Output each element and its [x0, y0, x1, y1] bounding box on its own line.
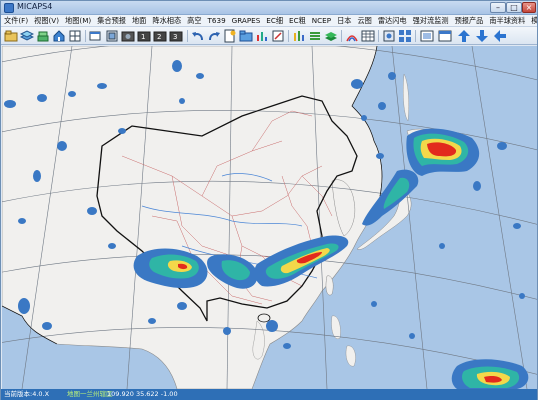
- menu-surface[interactable]: 地面: [129, 15, 149, 26]
- undo-icon[interactable]: [191, 29, 205, 43]
- window-icon[interactable]: [89, 29, 103, 43]
- redo-icon[interactable]: [207, 29, 221, 43]
- menu-grapes[interactable]: GRAPES: [229, 15, 264, 26]
- title-bar: MICAPS4 – □ ×: [1, 1, 537, 15]
- home-icon[interactable]: [52, 29, 66, 43]
- camera-icon[interactable]: [121, 29, 135, 43]
- arrow-down-icon[interactable]: [475, 29, 489, 43]
- menu-view[interactable]: 视图(V): [31, 15, 62, 26]
- menu-bar: 文件(F) 视图(V) 地图(M) 集合预报 地面 降水相态 高空 T639 GRAPES EC细…: [1, 15, 537, 27]
- menu-model-precip[interactable]: 模式降水: [528, 15, 537, 26]
- zoom-extent-icon[interactable]: [105, 29, 119, 43]
- menu-ec-fine[interactable]: EC细: [263, 15, 286, 26]
- menu-forecast[interactable]: 预报产品: [452, 15, 487, 26]
- app-icon: [4, 3, 14, 13]
- svg-text:1: 1: [141, 33, 145, 41]
- close-button[interactable]: ×: [522, 2, 536, 13]
- layers-icon[interactable]: [20, 29, 34, 43]
- table-icon[interactable]: [361, 29, 375, 43]
- toolbar: 1 2 3: [1, 27, 537, 45]
- app-window: MICAPS4 – □ × 文件(F) 视图(V) 地图(M) 集合预报 地面 降水相态高…: [0, 0, 538, 400]
- table-view-icon[interactable]: [438, 29, 452, 43]
- menu-satellite[interactable]: 云图: [354, 15, 374, 26]
- svg-text:2: 2: [157, 33, 161, 41]
- bars-icon[interactable]: [308, 29, 322, 43]
- document-star-icon[interactable]: [223, 29, 237, 43]
- edit-icon[interactable]: [271, 29, 285, 43]
- menu-radar-lightning[interactable]: 雷达闪电: [375, 15, 410, 26]
- map-view[interactable]: [2, 46, 537, 389]
- window-title: MICAPS4: [17, 2, 53, 11]
- menu-t639[interactable]: T639: [205, 15, 229, 26]
- menu-ncep[interactable]: NCEP: [309, 15, 334, 26]
- maximize-button[interactable]: □: [506, 2, 522, 13]
- menu-ec-coarse[interactable]: EC粗: [286, 15, 309, 26]
- 3d-layers-icon[interactable]: [324, 29, 338, 43]
- hainan-island: [257, 313, 271, 323]
- menu-precip-phase[interactable]: 降水相态: [149, 15, 184, 26]
- menu-japan[interactable]: 日本: [334, 15, 354, 26]
- stack-icon[interactable]: [36, 29, 50, 43]
- grid-view-icon[interactable]: [398, 29, 412, 43]
- status-layer: 地图一兰州辖区: [67, 390, 113, 398]
- chart-icon[interactable]: [255, 29, 269, 43]
- minimize-button[interactable]: –: [490, 2, 506, 13]
- menu-upper-air[interactable]: 高空: [184, 15, 204, 26]
- menu-southern-hemisphere[interactable]: 南半球资料: [486, 15, 528, 26]
- menu-ensemble[interactable]: 集合预报: [94, 15, 129, 26]
- list-icon[interactable]: [420, 29, 434, 43]
- export-image-icon[interactable]: 2: [153, 29, 167, 43]
- settings-icon[interactable]: [382, 29, 396, 43]
- menu-map[interactable]: 地图(M): [62, 15, 94, 26]
- status-bar: 当前版本:4.0.X 地图一兰州辖区 109.920 35.622 -1.00: [1, 389, 537, 400]
- signal-icon[interactable]: [345, 29, 359, 43]
- menu-file[interactable]: 文件(F): [1, 15, 31, 26]
- grid-icon[interactable]: [68, 29, 82, 43]
- status-version: 当前版本:4.0.X: [4, 390, 50, 398]
- arrow-up-icon[interactable]: [457, 29, 471, 43]
- folder-icon[interactable]: [239, 29, 253, 43]
- open-file-icon[interactable]: [4, 29, 18, 43]
- save-image-icon[interactable]: 1: [137, 29, 151, 43]
- svg-text:3: 3: [173, 33, 177, 41]
- menu-convection[interactable]: 强对流监测: [410, 15, 452, 26]
- print-icon[interactable]: 3: [169, 29, 183, 43]
- graph-icon[interactable]: [292, 29, 306, 43]
- status-coordinates: 109.920 35.622 -1.00: [107, 390, 178, 398]
- arrow-left-icon[interactable]: [493, 29, 507, 43]
